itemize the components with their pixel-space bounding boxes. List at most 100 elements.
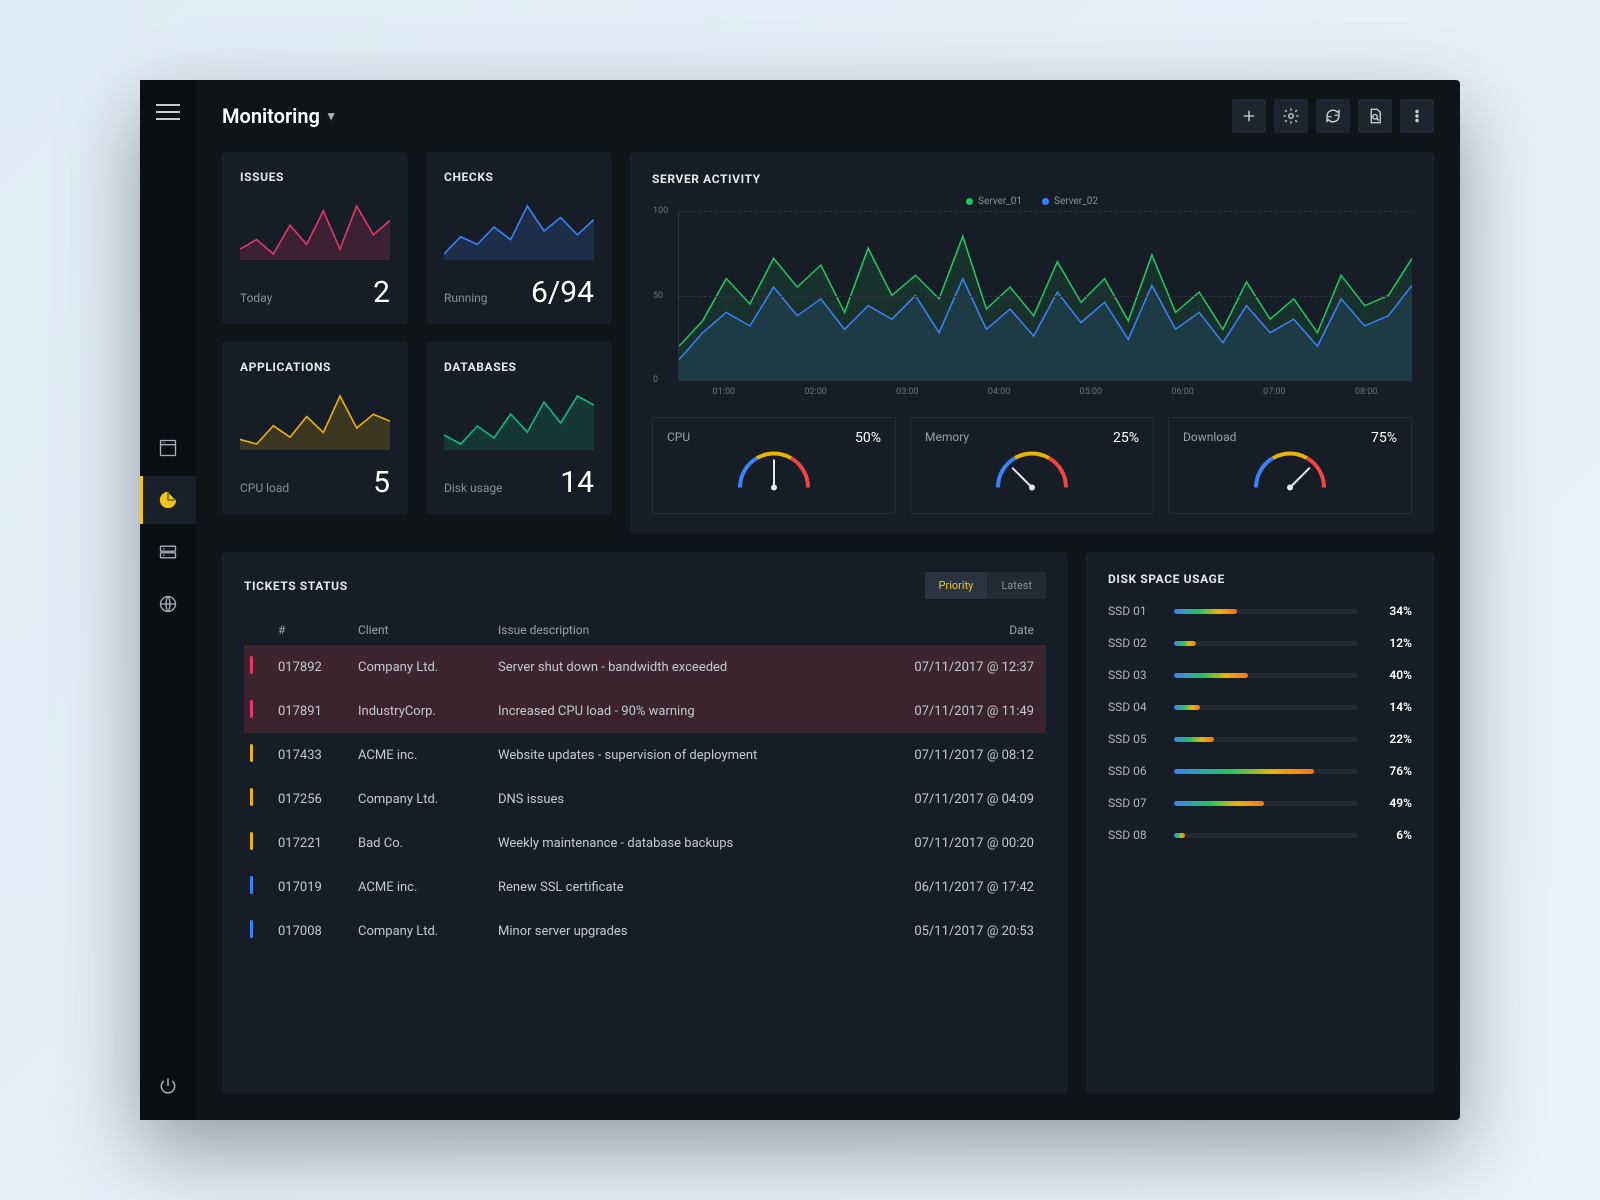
nav-network[interactable] [140, 580, 196, 628]
disk-bar [1174, 769, 1358, 774]
priority-indicator [250, 832, 253, 850]
stat-title: CHECKS [444, 170, 594, 184]
tab-latest[interactable]: Latest [987, 572, 1046, 599]
disk-name: SSD 05 [1108, 732, 1160, 746]
gauge-label: Download [1183, 430, 1236, 446]
page-title: Monitoring [222, 104, 320, 128]
legend-item: Server_02 [1042, 196, 1098, 207]
table-row[interactable]: 017433 ACME inc. Website updates - super… [244, 733, 1046, 777]
sparkline-checks [444, 184, 594, 275]
cell-issue: Weekly maintenance - database backups [492, 821, 876, 865]
settings-button[interactable] [1274, 99, 1308, 133]
gauge-memory: Memory 25% [910, 417, 1154, 514]
tab-priority[interactable]: Priority [925, 572, 988, 599]
find-in-page-icon [1366, 107, 1384, 125]
stat-databases[interactable]: DATABASES Disk usage14 [426, 342, 612, 514]
gauge-download: Download75% [1168, 417, 1412, 514]
sparkline-issues [240, 184, 390, 275]
window-icon [158, 438, 178, 458]
gauge-value: 50% [855, 430, 881, 446]
priority-indicator [250, 920, 253, 938]
priority-indicator [250, 656, 253, 674]
col-client: Client [352, 615, 492, 645]
col-date: Date [876, 615, 1046, 645]
stat-issues[interactable]: ISSUES Today2 [222, 152, 408, 324]
cell-num: 017256 [272, 777, 352, 821]
cell-num: 017891 [272, 689, 352, 733]
disk-row: SSD 06 76% [1108, 764, 1412, 778]
disk-name: SSD 06 [1108, 764, 1160, 778]
priority-indicator [250, 744, 253, 762]
disk-value: 12% [1372, 636, 1412, 650]
menu-toggle-button[interactable] [156, 100, 180, 124]
gauge-value: 25% [1113, 430, 1139, 446]
table-row[interactable]: 017256 Company Ltd. DNS issues 07/11/201… [244, 777, 1046, 821]
gauge-label: Memory [925, 430, 969, 446]
gauges-row: CPU50% Memory 25% Download75% [652, 417, 1412, 514]
cell-issue: Website updates - supervision of deploym… [492, 733, 876, 777]
add-button[interactable] [1232, 99, 1266, 133]
tickets-table: # Client Issue description Date 017892 C… [244, 615, 1046, 953]
stat-value: 14 [560, 465, 594, 500]
disk-value: 14% [1372, 700, 1412, 714]
more-vertical-icon [1408, 107, 1426, 125]
disk-row: SSD 02 12% [1108, 636, 1412, 650]
disk-row: SSD 05 22% [1108, 732, 1412, 746]
cell-num: 017892 [272, 645, 352, 689]
refresh-button[interactable] [1316, 99, 1350, 133]
panel-title: SERVER ACTIVITY [652, 172, 1412, 186]
col-num: # [272, 615, 352, 645]
gear-icon [1282, 107, 1300, 125]
gauge-arc-icon [1240, 450, 1340, 505]
stat-title: DATABASES [444, 360, 594, 374]
nav-analytics[interactable] [140, 476, 196, 524]
cell-num: 017221 [272, 821, 352, 865]
disk-bar [1174, 673, 1358, 678]
legend-item: Server_01 [966, 196, 1022, 207]
stat-label: Running [444, 291, 488, 305]
main-area: Monitoring ▾ ISSUES Today2 [196, 80, 1460, 1120]
sparkline-applications [240, 374, 390, 465]
nav-dashboard[interactable] [140, 424, 196, 472]
disk-name: SSD 02 [1108, 636, 1160, 650]
table-row[interactable]: 017891 IndustryCorp. Increased CPU load … [244, 689, 1046, 733]
bottom-row: TICKETS STATUS Priority Latest # Client … [222, 552, 1434, 1094]
page-title-dropdown[interactable]: Monitoring ▾ [222, 104, 334, 128]
power-button[interactable] [158, 1076, 178, 1100]
search-file-button[interactable] [1358, 99, 1392, 133]
app-window: Monitoring ▾ ISSUES Today2 [140, 80, 1460, 1120]
table-row[interactable]: 017019 ACME inc. Renew SSL certificate 0… [244, 865, 1046, 909]
disk-bar [1174, 833, 1358, 838]
disk-value: 22% [1372, 732, 1412, 746]
disk-row: SSD 04 14% [1108, 700, 1412, 714]
topbar: Monitoring ▾ [196, 80, 1460, 152]
chart-x-labels: 01:0002:0003:0004:0005:0006:0007:0008:00 [678, 387, 1412, 397]
stat-applications[interactable]: APPLICATIONS CPU load5 [222, 342, 408, 514]
topbar-actions [1232, 99, 1434, 133]
table-row[interactable]: 017221 Bad Co. Weekly maintenance - data… [244, 821, 1046, 865]
cell-issue: Minor server upgrades [492, 909, 876, 953]
gauge-arc-icon [724, 450, 824, 505]
cell-num: 017433 [272, 733, 352, 777]
cell-client: Company Ltd. [352, 909, 492, 953]
table-row[interactable]: 017008 Company Ltd. Minor server upgrade… [244, 909, 1046, 953]
cell-client: ACME inc. [352, 733, 492, 777]
disk-row: SSD 01 34% [1108, 604, 1412, 618]
disk-bar [1174, 705, 1358, 710]
disk-row: SSD 08 6% [1108, 828, 1412, 842]
disk-row: SSD 07 49% [1108, 796, 1412, 810]
cell-client: IndustryCorp. [352, 689, 492, 733]
priority-indicator [250, 700, 253, 718]
cell-num: 017019 [272, 865, 352, 909]
disk-bar [1174, 801, 1358, 806]
panel-title: DISK SPACE USAGE [1108, 572, 1412, 586]
cell-issue: Server shut down - bandwidth exceeded [492, 645, 876, 689]
stat-value: 2 [373, 275, 390, 310]
more-button[interactable] [1400, 99, 1434, 133]
stat-value: 5 [373, 465, 390, 500]
priority-indicator [250, 788, 253, 806]
stat-checks[interactable]: CHECKS Running6/94 [426, 152, 612, 324]
nav-servers[interactable] [140, 528, 196, 576]
gauge-cpu: CPU50% [652, 417, 896, 514]
table-row[interactable]: 017892 Company Ltd. Server shut down - b… [244, 645, 1046, 689]
